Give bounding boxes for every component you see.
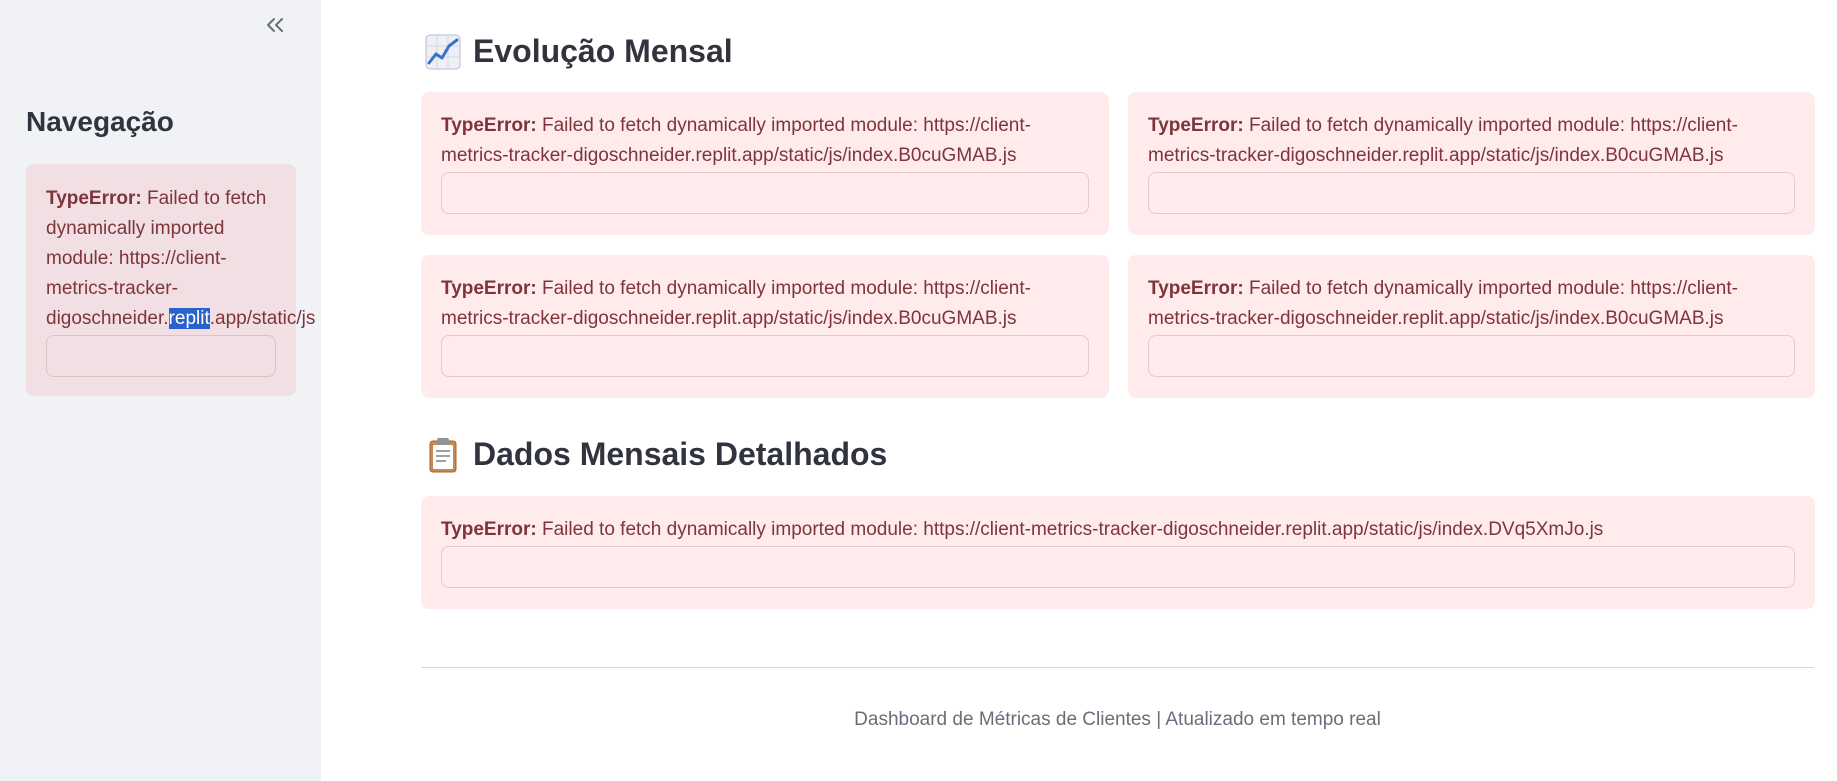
error-message: TypeError: Failed to fetch dynamically i…	[1148, 115, 1738, 166]
error-message: TypeError: Failed to fetch dynamically i…	[441, 115, 1031, 166]
error-placeholder-box	[441, 172, 1089, 214]
sidebar-error-line: module: https://client-	[46, 248, 227, 269]
sidebar-error-message: TypeError: Failed to fetch dynamically i…	[46, 184, 316, 334]
chart-error-alert: TypeError: Failed to fetch dynamically i…	[1128, 255, 1815, 398]
sidebar-error-line: TypeError: Failed to fetch	[46, 188, 267, 209]
app-root: Navegação TypeError: Failed to fetch dyn…	[0, 0, 1837, 781]
error-label: TypeError:	[441, 519, 537, 540]
sidebar-error-line: dynamically imported	[46, 218, 225, 239]
table-error-alert: TypeError: Failed to fetch dynamically i…	[421, 496, 1815, 609]
main-content: Evolução Mensal TypeError: Failed to fet…	[321, 0, 1837, 781]
footer-divider	[421, 667, 1814, 668]
sidebar-error-line: metrics-tracker-	[46, 278, 178, 299]
error-placeholder-box	[1148, 172, 1795, 214]
sidebar-error-placeholder-box	[46, 335, 276, 377]
footer-text: Dashboard de Métricas de Clientes | Atua…	[854, 709, 1381, 730]
sidebar-error-line: digoschneider.replit.app/static/js	[46, 308, 316, 329]
chart-increasing-icon	[425, 34, 461, 70]
sidebar-error-alert: TypeError: Failed to fetch dynamically i…	[26, 164, 316, 396]
error-label: TypeError:	[441, 115, 537, 136]
double-chevron-left-icon	[262, 12, 288, 38]
clipboard-icon	[425, 437, 461, 473]
collapse-sidebar-button[interactable]	[262, 12, 288, 38]
sidebar: Navegação TypeError: Failed to fetch dyn…	[0, 0, 321, 781]
error-placeholder-box	[441, 335, 1089, 377]
error-placeholder-box	[1148, 335, 1795, 377]
chart-error-alert: TypeError: Failed to fetch dynamically i…	[421, 92, 1109, 235]
error-label: TypeError:	[1148, 115, 1244, 136]
chart-error-alert: TypeError: Failed to fetch dynamically i…	[421, 255, 1109, 398]
error-label: TypeError:	[46, 188, 142, 209]
section-title: Dados Mensais Detalhados	[473, 436, 888, 472]
sidebar-title: Navegação	[26, 106, 174, 137]
section-heading-evolution: Evolução Mensal	[425, 33, 733, 70]
selected-text: replit	[168, 308, 210, 329]
section-title: Evolução Mensal	[473, 33, 733, 69]
section-heading-details: Dados Mensais Detalhados	[425, 436, 887, 473]
error-message: TypeError: Failed to fetch dynamically i…	[441, 278, 1031, 329]
error-label: TypeError:	[1148, 278, 1244, 299]
chart-error-alert: TypeError: Failed to fetch dynamically i…	[1128, 92, 1815, 235]
error-label: TypeError:	[441, 278, 537, 299]
error-message: TypeError: Failed to fetch dynamically i…	[1148, 278, 1738, 329]
error-message: TypeError: Failed to fetch dynamically i…	[441, 519, 1604, 540]
error-placeholder-box	[441, 546, 1795, 588]
